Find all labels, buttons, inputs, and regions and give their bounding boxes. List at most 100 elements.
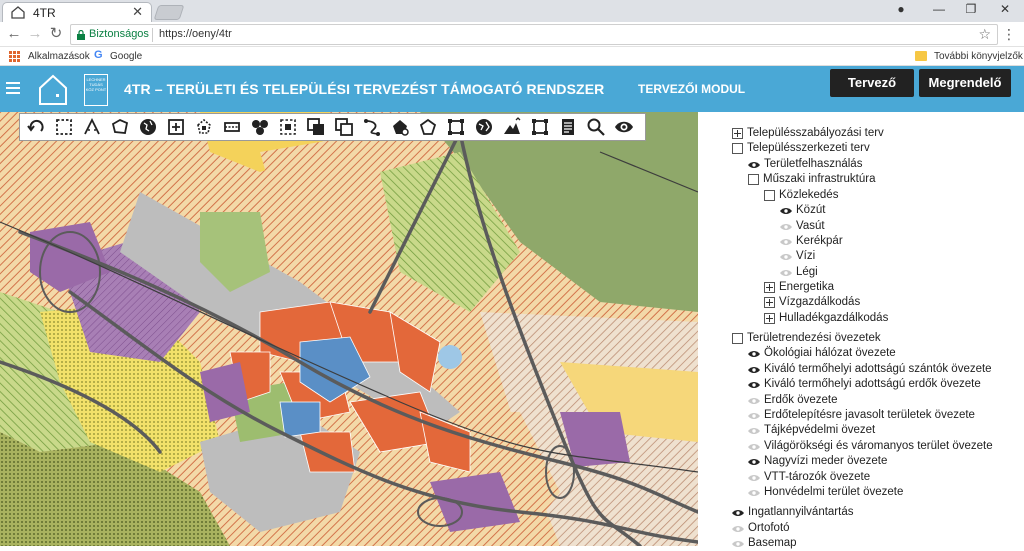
layer-item[interactable]: Területfelhasználás <box>748 157 862 172</box>
close-tab-icon[interactable]: ✕ <box>132 4 143 20</box>
profile-icon[interactable]: ● <box>886 2 916 18</box>
planner-button[interactable]: Tervező <box>830 69 914 97</box>
layer-item[interactable]: Hulladékgazdálkodás <box>764 311 888 326</box>
layer-item[interactable]: Világörökségi és váromanyos terület övez… <box>748 439 993 454</box>
checkbox-icon[interactable] <box>764 190 775 201</box>
layer-item[interactable]: Közlekedés <box>764 188 838 203</box>
layer-item[interactable]: Légi <box>780 265 818 280</box>
layer-item[interactable]: Erdők övezete <box>748 393 838 408</box>
url-field[interactable]: Biztonságos https://oeny/4tr ☆ <box>70 24 998 45</box>
document-icon[interactable] <box>554 114 582 140</box>
expand-icon[interactable] <box>764 297 775 308</box>
layer-item[interactable]: Kerékpár <box>780 234 843 249</box>
layer-item[interactable]: Vízi <box>780 249 815 264</box>
section-icon[interactable] <box>218 114 246 140</box>
bookmark-apps[interactable]: Alkalmazások <box>28 51 90 62</box>
layer-item[interactable]: Ökológiai hálózat övezete <box>748 346 896 361</box>
hidden-eye-icon[interactable] <box>748 441 760 452</box>
terrain-icon[interactable] <box>498 114 526 140</box>
apps-grid-icon[interactable] <box>9 51 20 62</box>
frame-icon[interactable] <box>526 114 554 140</box>
browser-tab[interactable]: 4TR ✕ <box>2 2 152 22</box>
layer-item[interactable]: Közút <box>780 203 825 218</box>
hidden-eye-icon[interactable] <box>780 267 792 278</box>
measure-area-icon[interactable] <box>106 114 134 140</box>
hidden-eye-icon[interactable] <box>748 395 760 406</box>
globe-icon[interactable] <box>134 114 162 140</box>
zoom-box-icon[interactable] <box>162 114 190 140</box>
url-text[interactable]: https://oeny/4tr <box>159 28 232 40</box>
close-window-icon[interactable]: ✕ <box>990 2 1020 18</box>
select-rectangle-icon[interactable] <box>50 114 78 140</box>
checkbox-icon[interactable] <box>748 174 759 185</box>
visible-eye-icon[interactable] <box>748 159 760 170</box>
minimize-icon[interactable]: — <box>924 2 954 18</box>
layer-front-icon[interactable] <box>302 114 330 140</box>
bookmark-google[interactable]: Google <box>110 51 142 62</box>
layer-item[interactable]: Vízgazdálkodás <box>764 295 860 310</box>
layer-item[interactable]: Településszabályozási terv <box>732 126 884 141</box>
search-icon[interactable] <box>582 114 610 140</box>
layer-item[interactable]: Erdőtelepítésre javasolt területek öveze… <box>748 408 975 423</box>
visible-eye-icon[interactable] <box>748 379 760 390</box>
zoom-extent-icon[interactable] <box>274 114 302 140</box>
more-bookmarks[interactable]: További könyvjelzők <box>934 51 1023 62</box>
cluster-icon[interactable] <box>246 114 274 140</box>
browser-menu-icon[interactable]: ⋮ <box>1002 26 1016 43</box>
visible-eye-icon[interactable] <box>748 348 760 359</box>
layer-item[interactable]: Honvédelmi terület övezete <box>748 485 903 500</box>
layer-item[interactable]: Energetika <box>764 280 834 295</box>
visible-eye-icon[interactable] <box>748 364 760 375</box>
back-icon[interactable]: ← <box>6 26 22 42</box>
client-button[interactable]: Megrendelő <box>919 69 1011 97</box>
expand-icon[interactable] <box>764 282 775 293</box>
measure-distance-icon[interactable] <box>78 114 106 140</box>
hidden-eye-icon[interactable] <box>748 410 760 421</box>
checkbox-icon[interactable] <box>732 333 743 344</box>
layer-item[interactable]: VTT-tározók övezete <box>748 470 870 485</box>
layer-item[interactable]: Vasút <box>780 219 825 234</box>
hidden-eye-icon[interactable] <box>780 236 792 247</box>
layer-item[interactable]: Nagyvízi meder övezete <box>748 454 887 469</box>
hidden-eye-icon[interactable] <box>780 221 792 232</box>
new-tab-button[interactable] <box>153 5 185 20</box>
layer-item[interactable]: Basemap <box>732 536 797 551</box>
forward-icon[interactable]: → <box>27 26 43 42</box>
hidden-eye-icon[interactable] <box>748 472 760 483</box>
globe-2-icon[interactable] <box>470 114 498 140</box>
layer-copy-icon[interactable] <box>330 114 358 140</box>
hidden-eye-icon[interactable] <box>748 425 760 436</box>
undo-icon[interactable] <box>22 114 50 140</box>
layer-item[interactable]: Műszaki infrastruktúra <box>748 172 875 187</box>
polygon-select-icon[interactable] <box>190 114 218 140</box>
house-logo-icon[interactable] <box>38 74 68 106</box>
hidden-eye-icon[interactable] <box>780 251 792 262</box>
restore-icon[interactable]: ❐ <box>956 2 986 18</box>
hidden-eye-icon[interactable] <box>732 538 744 549</box>
expand-icon[interactable] <box>732 128 743 139</box>
visible-eye-icon[interactable] <box>748 456 760 467</box>
visible-eye-icon[interactable] <box>780 205 792 216</box>
shape-edit-icon[interactable] <box>386 114 414 140</box>
layer-label: Világörökségi és váromanyos terület övez… <box>764 440 993 452</box>
expand-icon[interactable] <box>764 313 775 324</box>
layer-item[interactable]: Ortofotó <box>732 521 790 536</box>
layer-item[interactable]: Tájképvédelmi övezet <box>748 423 875 438</box>
hidden-eye-icon[interactable] <box>748 487 760 498</box>
pentagon-icon[interactable] <box>414 114 442 140</box>
reload-icon[interactable]: ↻ <box>48 26 64 42</box>
bounding-box-icon[interactable] <box>442 114 470 140</box>
hidden-eye-icon[interactable] <box>732 523 744 534</box>
visibility-eye-icon[interactable] <box>610 114 638 140</box>
layer-item[interactable]: Kiváló termőhelyi adottságú erdők övezet… <box>748 377 981 392</box>
map-canvas[interactable] <box>0 112 698 546</box>
hamburger-menu-icon[interactable] <box>6 82 20 94</box>
transform-icon[interactable] <box>358 114 386 140</box>
layer-item[interactable]: Ingatlannyilvántartás <box>732 505 853 520</box>
checkbox-icon[interactable] <box>732 143 743 154</box>
layer-item[interactable]: Településszerkezeti terv <box>732 141 870 156</box>
bookmark-star-icon[interactable]: ☆ <box>978 26 991 43</box>
layer-item[interactable]: Kiváló termőhelyi adottságú szántók övez… <box>748 362 992 377</box>
visible-eye-icon[interactable] <box>732 507 744 518</box>
layer-item[interactable]: Területrendezési övezetek <box>732 331 881 346</box>
